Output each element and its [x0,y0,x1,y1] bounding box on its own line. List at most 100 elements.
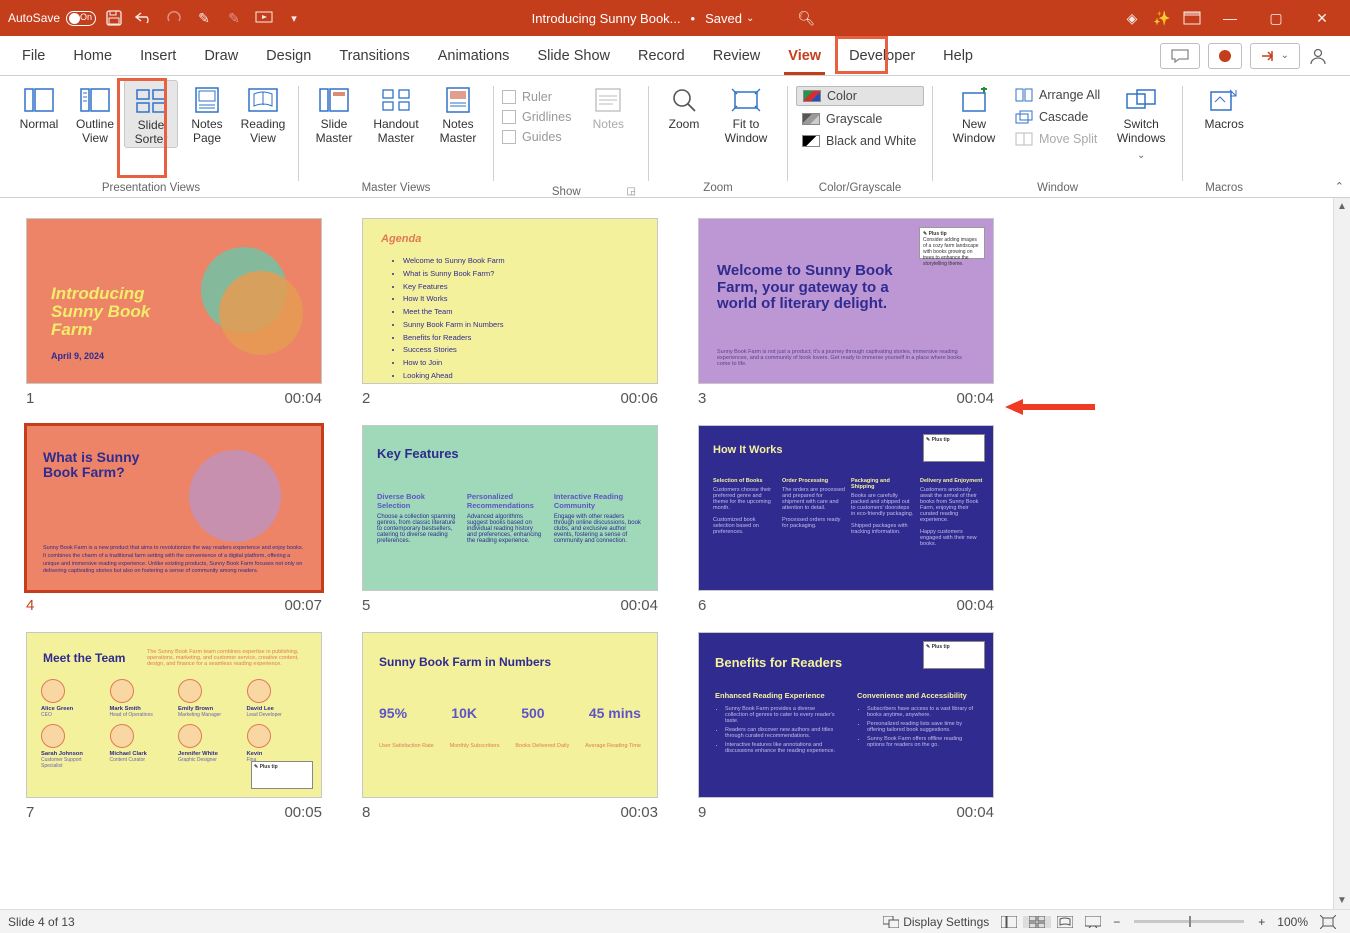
guides-checkbox[interactable]: Guides [502,130,571,144]
tab-view[interactable]: View [774,36,835,76]
title-bar: AutoSave On ✎ ✎ ▾ Introducing Sunny Book… [0,0,1350,36]
grayscale-mode-button[interactable]: Grayscale [796,110,924,128]
minimize-button[interactable]: — [1210,6,1250,30]
sorter-view-status-icon[interactable] [1023,916,1051,928]
group-show: Ruler Gridlines Guides Notes Show◲ [496,80,646,198]
tab-transitions[interactable]: Transitions [325,36,423,76]
maximize-button[interactable]: ▢ [1256,6,1296,30]
slide-thumbnail-7[interactable]: Meet the Team The Sunny Book Farm team c… [26,632,358,821]
reading-view-status-icon[interactable] [1051,916,1079,928]
slide-number: 6 [698,597,706,614]
collapse-ribbon-icon[interactable]: ⌃ [1335,180,1344,193]
group-label-color: Color/Grayscale [819,182,901,198]
scroll-down-icon[interactable]: ▼ [1334,892,1350,909]
coming-soon-icon[interactable]: ✨ [1150,6,1174,30]
zoom-slider[interactable] [1134,920,1244,923]
tab-review[interactable]: Review [699,36,775,76]
scroll-up-icon[interactable]: ▲ [1334,198,1350,215]
handout-master-button[interactable]: Handout Master [363,80,429,146]
slideshow-status-icon[interactable] [1079,916,1107,928]
zoom-in-button[interactable]: + [1252,915,1271,929]
tab-design[interactable]: Design [252,36,325,76]
slide-sorter-button[interactable]: Slide Sorter [124,80,178,148]
group-label-macros: Macros [1205,182,1243,198]
tab-animations[interactable]: Animations [424,36,524,76]
slide-thumbnail-3[interactable]: ✎ Plus tipConsider adding images of a co… [698,218,1030,407]
slide-number: 8 [362,804,370,821]
qat-more-icon[interactable]: ▾ [282,6,306,30]
outline-view-button[interactable]: Outline View [68,80,122,146]
ribbon-mode-icon[interactable] [1180,6,1204,30]
normal-view-status-icon[interactable] [995,916,1023,928]
slide-number: 5 [362,597,370,614]
slide-thumbnail-6[interactable]: ✎ Plus tip How It Works Selection of Boo… [698,425,1030,614]
tab-right-controls: ⌄ [1160,43,1342,69]
redo-icon[interactable] [162,6,186,30]
slide-number: 2 [362,390,370,407]
bw-mode-button[interactable]: Black and White [796,132,924,150]
slide-thumbnail-9[interactable]: ✎ Plus tip Benefits for Readers Enhanced… [698,632,1030,821]
slide-number: 9 [698,804,706,821]
tab-file[interactable]: File [8,36,59,76]
tab-developer[interactable]: Developer [835,36,929,76]
zoom-out-button[interactable]: − [1107,915,1126,929]
qat-icon[interactable]: ✎ [192,6,216,30]
slide-thumbnail-1[interactable]: Introducing Sunny Book Farm April 9, 202… [26,218,358,407]
tab-slideshow[interactable]: Slide Show [523,36,624,76]
group-zoom: Zoom Fit to Window Zoom [651,80,785,198]
share-button[interactable]: ⌄ [1250,43,1300,69]
slide-duration: 00:04 [956,597,994,614]
tab-insert[interactable]: Insert [126,36,190,76]
slide-thumbnail-5[interactable]: Key Features Diverse Book SelectionChoos… [362,425,694,614]
fit-status-icon[interactable] [1314,915,1342,929]
qat-icon-2[interactable]: ✎ [222,6,246,30]
slide-thumbnail-4[interactable]: What is Sunny Book Farm? Sunny Book Farm… [26,425,358,614]
ruler-checkbox[interactable]: Ruler [502,90,571,104]
slide-master-button[interactable]: Slide Master [307,80,361,146]
notes-master-button[interactable]: Notes Master [431,80,485,146]
account-icon[interactable] [1308,46,1334,66]
autosave-switch[interactable]: On [66,11,96,26]
gridlines-checkbox[interactable]: Gridlines [502,110,571,124]
slide-number: 3 [698,390,706,407]
new-window-button[interactable]: New Window [941,80,1007,146]
slide-thumbnail-8[interactable]: Sunny Book Farm in Numbers 95%10K50045 m… [362,632,694,821]
macros-button[interactable]: Macros [1191,80,1257,132]
show-dialog-launcher-icon[interactable]: ◲ [627,186,636,198]
display-settings-button[interactable]: Display Settings [877,915,995,929]
color-mode-button[interactable]: Color [796,86,924,106]
undo-icon[interactable] [132,6,156,30]
tab-home[interactable]: Home [59,36,126,76]
slide-thumbnail-2[interactable]: Agenda Welcome to Sunny Book FarmWhat is… [362,218,694,407]
vertical-scrollbar[interactable]: ▲ ▼ [1333,198,1350,909]
arrange-all-button[interactable]: Arrange All [1009,86,1106,104]
search-icon[interactable]: 🔍︎ [794,6,818,30]
diamond-icon[interactable]: ◈ [1120,6,1144,30]
tab-help[interactable]: Help [929,36,987,76]
save-icon[interactable] [102,6,126,30]
record-button[interactable] [1208,43,1242,69]
notes-pane-button[interactable]: Notes [581,80,635,132]
present-icon[interactable] [252,6,276,30]
ribbon-body: Normal Outline View Slide Sorter Notes P… [0,76,1350,198]
save-status-dropdown[interactable]: Saved⌄ [705,11,754,26]
reading-view-button[interactable]: Reading View [236,80,290,146]
slide-duration: 00:04 [956,390,994,407]
tab-record[interactable]: Record [624,36,699,76]
autosave-toggle[interactable]: AutoSave On [8,11,96,26]
fit-to-window-button[interactable]: Fit to Window [713,80,779,146]
slide-duration: 00:04 [956,804,994,821]
cascade-button[interactable]: Cascade [1009,108,1106,126]
normal-view-button[interactable]: Normal [12,80,66,132]
tab-draw[interactable]: Draw [190,36,252,76]
switch-windows-button[interactable]: Switch Windows⌄ [1108,80,1174,161]
close-button[interactable]: ✕ [1302,6,1342,30]
zoom-level[interactable]: 100% [1271,915,1314,929]
move-split-button: Move Split [1009,130,1106,148]
slide-duration: 00:06 [620,390,658,407]
comments-button[interactable] [1160,43,1200,69]
zoom-button[interactable]: Zoom [657,80,711,132]
ribbon-tabs: File Home Insert Draw Design Transitions… [0,36,1350,76]
notes-page-button[interactable]: Notes Page [180,80,234,146]
slide-duration: 00:04 [620,597,658,614]
